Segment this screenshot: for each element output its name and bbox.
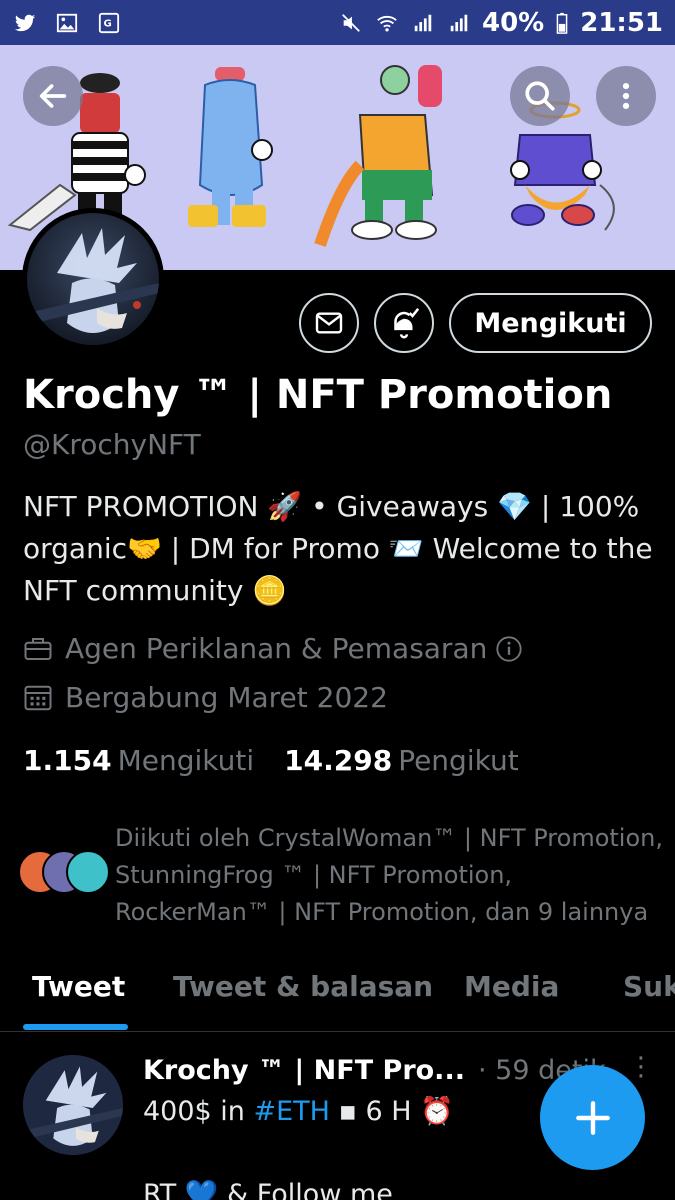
followed-by-avatars bbox=[18, 850, 110, 900]
more-options-button[interactable] bbox=[596, 66, 656, 126]
tab-media[interactable]: Media bbox=[464, 970, 559, 1003]
calendar-icon bbox=[24, 685, 52, 710]
translate-icon: G bbox=[98, 12, 120, 33]
followers-count: 14.298 bbox=[284, 744, 393, 777]
profile-name: Krochy ™ | NFT Promotion bbox=[23, 372, 613, 418]
search-button[interactable] bbox=[510, 66, 570, 126]
category-label: Agen Periklanan & Pemasaran bbox=[65, 632, 488, 665]
tweet-text-line2: RT 💙 & Follow me bbox=[143, 1179, 393, 1200]
following-button[interactable]: Mengikuti bbox=[449, 293, 652, 353]
active-tab-indicator bbox=[23, 1024, 128, 1030]
gallery-icon bbox=[56, 13, 78, 32]
category-row: Agen Periklanan & Pemasaran bbox=[23, 632, 535, 665]
tweet-avatar[interactable] bbox=[23, 1055, 123, 1155]
status-bar: G 40% 21:51 bbox=[0, 0, 675, 45]
tweet-text: 400$ in #ETH ▪ 6 H ⏰ bbox=[143, 1095, 454, 1127]
mute-icon bbox=[342, 13, 360, 32]
notifications-button[interactable] bbox=[374, 293, 434, 353]
tab-tweet[interactable]: Tweet bbox=[32, 970, 125, 1003]
following-count-link[interactable]: 1.154 Mengikuti bbox=[23, 744, 254, 777]
tab-likes[interactable]: Suk bbox=[623, 970, 675, 1003]
message-button[interactable] bbox=[299, 293, 359, 353]
back-button[interactable] bbox=[23, 66, 83, 126]
avatar-image bbox=[23, 1055, 123, 1155]
arrow-left-icon bbox=[39, 84, 67, 108]
profile-avatar[interactable] bbox=[22, 208, 164, 350]
profile-tabs: Tweet Tweet & balasan Media Suk bbox=[0, 960, 675, 1032]
briefcase-icon bbox=[24, 637, 52, 660]
info-icon[interactable] bbox=[495, 635, 523, 663]
followed-by-row[interactable]: Diikuti oleh CrystalWoman™ | NFT Promoti… bbox=[18, 820, 668, 931]
joined-row: Bergabung Maret 2022 bbox=[23, 681, 388, 714]
envelope-icon bbox=[315, 312, 343, 334]
profile-bio: NFT PROMOTION 🚀 • Giveaways 💎 | 100% org… bbox=[23, 490, 653, 607]
tab-tweet-replies[interactable]: Tweet & balasan bbox=[173, 970, 433, 1003]
tweet-more-icon[interactable]: ⋮ bbox=[628, 1052, 654, 1082]
profile-handle: @KrochyNFT bbox=[23, 428, 201, 461]
clock: 21:51 bbox=[580, 7, 663, 38]
compose-tweet-button[interactable] bbox=[540, 1065, 645, 1170]
tweet-text-suffix: ▪ 6 H ⏰ bbox=[329, 1096, 454, 1127]
avatar-image bbox=[27, 213, 159, 345]
wifi-icon bbox=[377, 15, 397, 32]
tweet-author[interactable]: Krochy ™ | NFT Pro... bbox=[143, 1055, 465, 1086]
followed-by-text: Diikuti oleh CrystalWoman™ | NFT Promoti… bbox=[115, 824, 663, 926]
followers-label: Pengikut bbox=[398, 744, 519, 777]
svg-text:G: G bbox=[104, 18, 112, 29]
followers-count-link[interactable]: 14.298 Pengikut bbox=[284, 744, 519, 777]
signal-icon-2 bbox=[450, 14, 468, 31]
battery-percent: 40% bbox=[482, 7, 545, 38]
hashtag-link[interactable]: #ETH bbox=[254, 1096, 330, 1127]
following-label: Mengikuti bbox=[117, 744, 255, 777]
follow-counts: 1.154 Mengikuti 14.298 Pengikut bbox=[23, 744, 519, 777]
battery-icon bbox=[556, 12, 568, 34]
more-vertical-icon bbox=[622, 82, 630, 110]
joined-label: Bergabung Maret 2022 bbox=[65, 681, 388, 714]
signal-icon bbox=[414, 14, 432, 31]
bell-check-icon bbox=[394, 308, 420, 339]
plus-icon bbox=[575, 1100, 610, 1135]
search-icon bbox=[525, 81, 555, 111]
avatar bbox=[66, 850, 110, 894]
following-count: 1.154 bbox=[23, 744, 112, 777]
tweet-text-prefix: 400$ in bbox=[143, 1096, 254, 1127]
twitter-icon bbox=[14, 14, 36, 31]
